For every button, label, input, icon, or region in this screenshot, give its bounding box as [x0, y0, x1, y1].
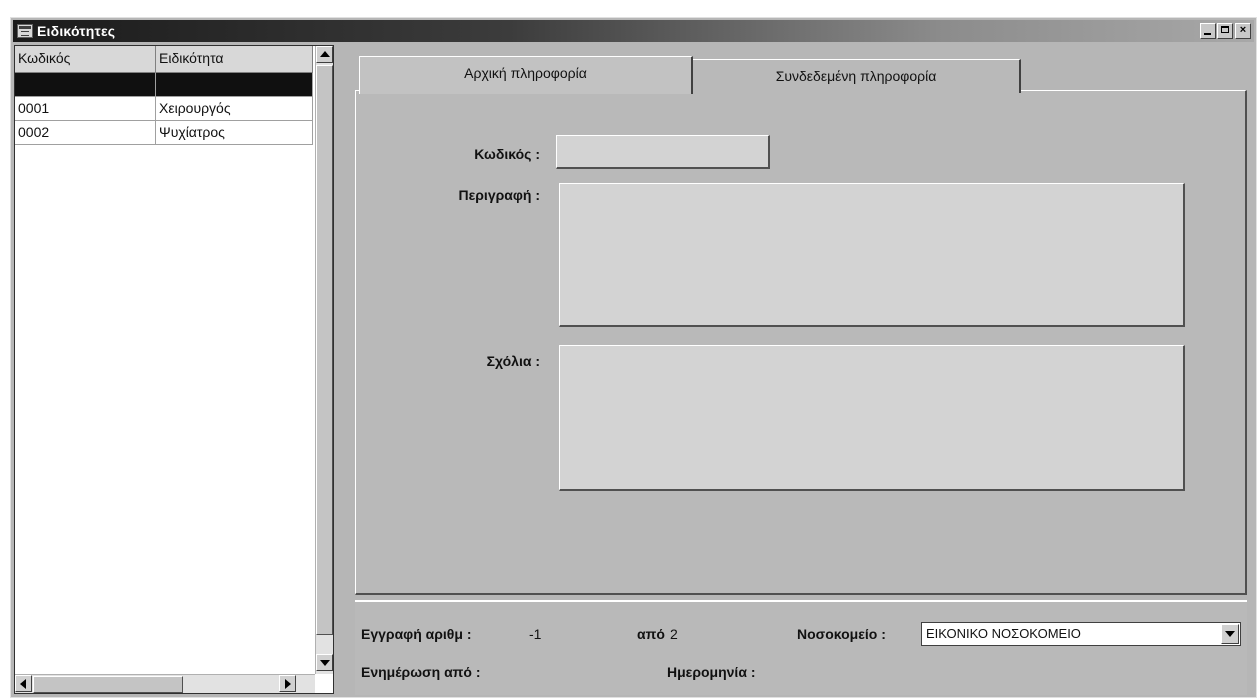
- specialties-grid: Κωδικός Ειδικότητα 0001 Χειρουργός 0002 …: [14, 45, 334, 694]
- hospital-select[interactable]: ΕΙΚΟΝΙΚΟ ΝΟΣΟΚΟΜΕΙΟ: [921, 622, 1241, 646]
- table-cell-specialty[interactable]: [156, 73, 313, 96]
- date-label: Ημερομηνία :: [667, 664, 756, 680]
- tab-basic-info[interactable]: Αρχική πληροφορία: [359, 56, 693, 94]
- chevron-down-icon: [1225, 631, 1235, 637]
- arrow-right-icon: [285, 679, 291, 689]
- tab-linked-info[interactable]: Συνδεδεμένη πληροφορία: [693, 59, 1021, 93]
- table-row-selected[interactable]: [15, 73, 313, 97]
- hospital-select-value: ΕΙΚΟΝΙΚΟ ΝΟΣΟΚΟΜΕΙΟ: [926, 626, 1081, 641]
- table-row[interactable]: 0001 Χειρουργός: [15, 97, 313, 121]
- table-cell-code[interactable]: [15, 73, 156, 96]
- vertical-scroll-thumb[interactable]: [316, 65, 333, 635]
- app-window-icon: [17, 24, 33, 38]
- column-header-code[interactable]: Κωδικός: [15, 46, 156, 72]
- minimize-icon: [1204, 33, 1211, 35]
- maximize-button[interactable]: [1217, 23, 1233, 39]
- scroll-right-button[interactable]: [279, 675, 296, 692]
- scroll-left-button[interactable]: [15, 675, 32, 692]
- updated-by-label: Ενημέρωση από :: [361, 664, 481, 680]
- close-button[interactable]: ×: [1235, 23, 1251, 39]
- scroll-down-button[interactable]: [316, 654, 333, 671]
- table-cell-specialty[interactable]: Ψυχίατρος: [156, 121, 313, 144]
- table-cell-specialty[interactable]: Χειρουργός: [156, 97, 313, 120]
- scroll-up-button[interactable]: [316, 46, 333, 63]
- window-title: Ειδικότητες: [37, 23, 116, 39]
- grid-header: Κωδικός Ειδικότητα: [15, 46, 313, 73]
- description-field[interactable]: [559, 183, 1185, 327]
- close-icon: ×: [1239, 24, 1247, 36]
- record-number-label: Εγγραφή αριθμ :: [361, 626, 472, 642]
- hospital-label: Νοσοκομείο :: [797, 626, 886, 642]
- table-cell-code[interactable]: 0001: [15, 97, 156, 120]
- column-header-specialty[interactable]: Ειδικότητα: [156, 46, 313, 72]
- record-total-value: 2: [670, 626, 678, 642]
- horizontal-scrollbar[interactable]: [15, 674, 315, 693]
- record-of-label: από: [637, 626, 665, 642]
- code-field[interactable]: [556, 135, 770, 169]
- title-bar[interactable]: Ειδικότητες ×: [13, 20, 1254, 42]
- code-label: Κωδικός :: [474, 146, 540, 162]
- horizontal-scroll-thumb[interactable]: [33, 676, 183, 693]
- arrow-left-icon: [20, 679, 26, 689]
- status-panel: Εγγραφή αριθμ : -1 από 2 Νοσοκομείο : ΕΙ…: [355, 600, 1247, 695]
- minimize-button[interactable]: [1200, 23, 1216, 39]
- vertical-scrollbar[interactable]: [315, 46, 333, 674]
- table-row[interactable]: 0002 Ψυχίατρος: [15, 121, 313, 145]
- arrow-down-icon: [320, 660, 330, 666]
- comments-field[interactable]: [559, 345, 1185, 491]
- description-label: Περιγραφή :: [458, 187, 540, 203]
- comments-label: Σχόλια :: [486, 353, 540, 369]
- tab-panel: Κωδικός : Περιγραφή : Σχόλια :: [355, 90, 1247, 595]
- table-cell-code[interactable]: 0002: [15, 121, 156, 144]
- arrow-up-icon: [320, 51, 330, 57]
- record-number-value: -1: [529, 626, 542, 642]
- hospital-dropdown-button[interactable]: [1221, 624, 1239, 644]
- maximize-icon: [1221, 26, 1229, 33]
